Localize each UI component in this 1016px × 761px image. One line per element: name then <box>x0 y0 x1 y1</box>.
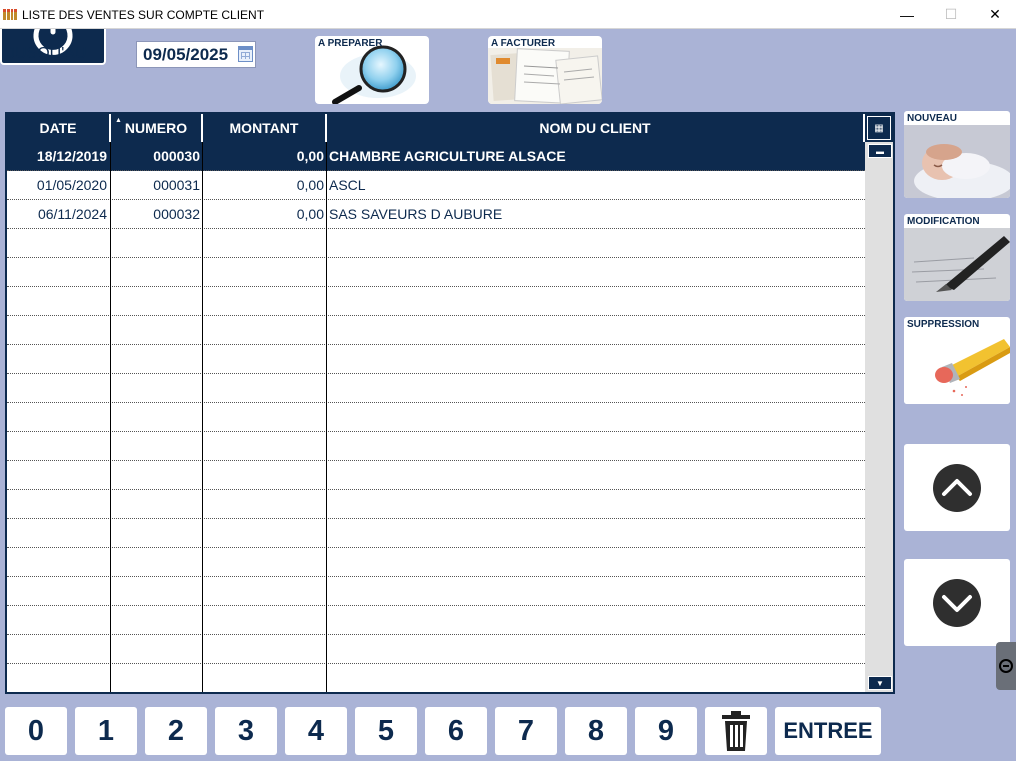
table-row-empty[interactable] <box>7 345 865 374</box>
table-row[interactable]: 01/05/2020 000031 0,00 ASCL <box>7 171 865 200</box>
cell-date: 06/11/2024 <box>37 206 107 222</box>
table-row-empty[interactable] <box>7 374 865 403</box>
cell-nom: ASCL <box>329 177 366 193</box>
column-divider <box>202 142 203 692</box>
cell-nom: CHAMBRE AGRICULTURE ALSACE <box>329 148 566 164</box>
table-row-empty[interactable] <box>7 432 865 461</box>
table-row-empty[interactable] <box>7 606 865 635</box>
modification-button[interactable]: MODIFICATION <box>904 214 1010 301</box>
suppression-button[interactable]: SUPPRESSION <box>904 317 1010 404</box>
minimize-button[interactable]: — <box>884 0 930 29</box>
sort-arrow-icon: ▲ <box>115 117 122 124</box>
cell-numero: 000031 <box>153 177 200 193</box>
scroll-down-icon[interactable]: ▼ <box>868 676 892 690</box>
cell-montant: 0,00 <box>296 177 324 193</box>
cell-montant: 0,00 <box>296 206 324 222</box>
app-icon <box>3 9 17 20</box>
fountain-pen-icon <box>904 228 1010 301</box>
column-header-montant[interactable]: MONTANT <box>203 114 327 142</box>
key-1[interactable]: 1 <box>75 707 137 755</box>
table-scrollbar[interactable]: ▬ ▼ <box>865 142 893 692</box>
table-options-icon[interactable]: ▦ <box>867 116 891 140</box>
table-row-empty[interactable] <box>7 461 865 490</box>
table-row-empty[interactable] <box>7 635 865 664</box>
table-row-empty[interactable] <box>7 229 865 258</box>
chevron-down-icon <box>933 578 981 627</box>
entree-button[interactable]: ENTREE <box>775 707 881 755</box>
column-divider <box>110 142 111 692</box>
a-preparer-label: A PREPARER <box>318 38 383 49</box>
key-0[interactable]: 0 <box>5 707 67 755</box>
nouveau-label: NOUVEAU <box>907 113 958 124</box>
table-row-empty[interactable] <box>7 519 865 548</box>
cell-numero: 000032 <box>153 206 200 222</box>
table-row-empty[interactable] <box>7 577 865 606</box>
table-row-empty[interactable] <box>7 548 865 577</box>
cell-date: 18/12/2019 <box>36 148 107 164</box>
key-7[interactable]: 7 <box>495 707 557 755</box>
scroll-up-button[interactable] <box>904 444 1010 531</box>
cell-date: 01/05/2020 <box>36 177 107 193</box>
a-facturer-button[interactable]: A FACTURER <box>488 36 602 104</box>
key-2[interactable]: 2 <box>145 707 207 755</box>
date-filter-label: JUSQU'AU <box>7 45 87 62</box>
table-row-empty[interactable] <box>7 287 865 316</box>
baby-icon <box>904 125 1010 198</box>
chevron-up-icon <box>933 463 981 512</box>
side-panel-tab[interactable] <box>996 642 1016 690</box>
nouveau-button[interactable]: NOUVEAU <box>904 111 1010 198</box>
table-header: DATE NUMERO ▲ MONTANT NOM DU CLIENT ▦ <box>7 114 893 142</box>
column-divider <box>326 142 327 692</box>
trash-icon <box>722 711 750 751</box>
minus-circle-icon <box>999 659 1013 673</box>
cell-numero: 000030 <box>153 148 200 164</box>
a-preparer-button[interactable]: A PREPARER <box>315 36 429 104</box>
table-row-empty[interactable] <box>7 403 865 432</box>
calendar-icon[interactable] <box>238 46 253 62</box>
table-row-empty[interactable] <box>7 664 865 693</box>
delete-key[interactable] <box>705 707 767 755</box>
key-9[interactable]: 9 <box>635 707 697 755</box>
date-filter-value: 09/05/2025 <box>143 45 229 64</box>
table-row[interactable]: 18/12/2019 000030 0,00 CHAMBRE AGRICULTU… <box>7 142 865 171</box>
pencil-eraser-icon <box>904 331 1010 404</box>
a-facturer-label: A FACTURER <box>491 38 556 49</box>
table-row[interactable]: 06/11/2024 000032 0,00 SAS SAVEURS D AUB… <box>7 200 865 229</box>
column-header-numero[interactable]: NUMERO <box>111 114 203 142</box>
scroll-down-button[interactable] <box>904 559 1010 646</box>
suppression-label: SUPPRESSION <box>907 319 980 330</box>
close-button[interactable]: ✕ <box>972 0 1016 29</box>
key-4[interactable]: 4 <box>285 707 347 755</box>
key-5[interactable]: 5 <box>355 707 417 755</box>
title-bar: LISTE DES VENTES SUR COMPTE CLIENT — ☐ ✕ <box>0 0 1016 29</box>
date-filter-field[interactable]: 09/05/2025 <box>136 41 256 68</box>
cell-nom: SAS SAVEURS D AUBURE <box>329 206 503 222</box>
column-header-nom[interactable]: NOM DU CLIENT <box>327 114 865 142</box>
table-row-empty[interactable] <box>7 316 865 345</box>
scroll-up-icon[interactable]: ▬ <box>868 144 892 158</box>
key-8[interactable]: 8 <box>565 707 627 755</box>
table-row-empty[interactable] <box>7 490 865 519</box>
table-row-empty[interactable] <box>7 258 865 287</box>
maximize-button[interactable]: ☐ <box>928 0 974 29</box>
sales-table: DATE NUMERO ▲ MONTANT NOM DU CLIENT ▦ 18… <box>5 112 895 694</box>
window-title: LISTE DES VENTES SUR COMPTE CLIENT <box>22 8 265 22</box>
modification-label: MODIFICATION <box>907 216 980 227</box>
key-3[interactable]: 3 <box>215 707 277 755</box>
column-header-date[interactable]: DATE <box>7 114 111 142</box>
cell-montant: 0,00 <box>296 148 324 164</box>
key-6[interactable]: 6 <box>425 707 487 755</box>
